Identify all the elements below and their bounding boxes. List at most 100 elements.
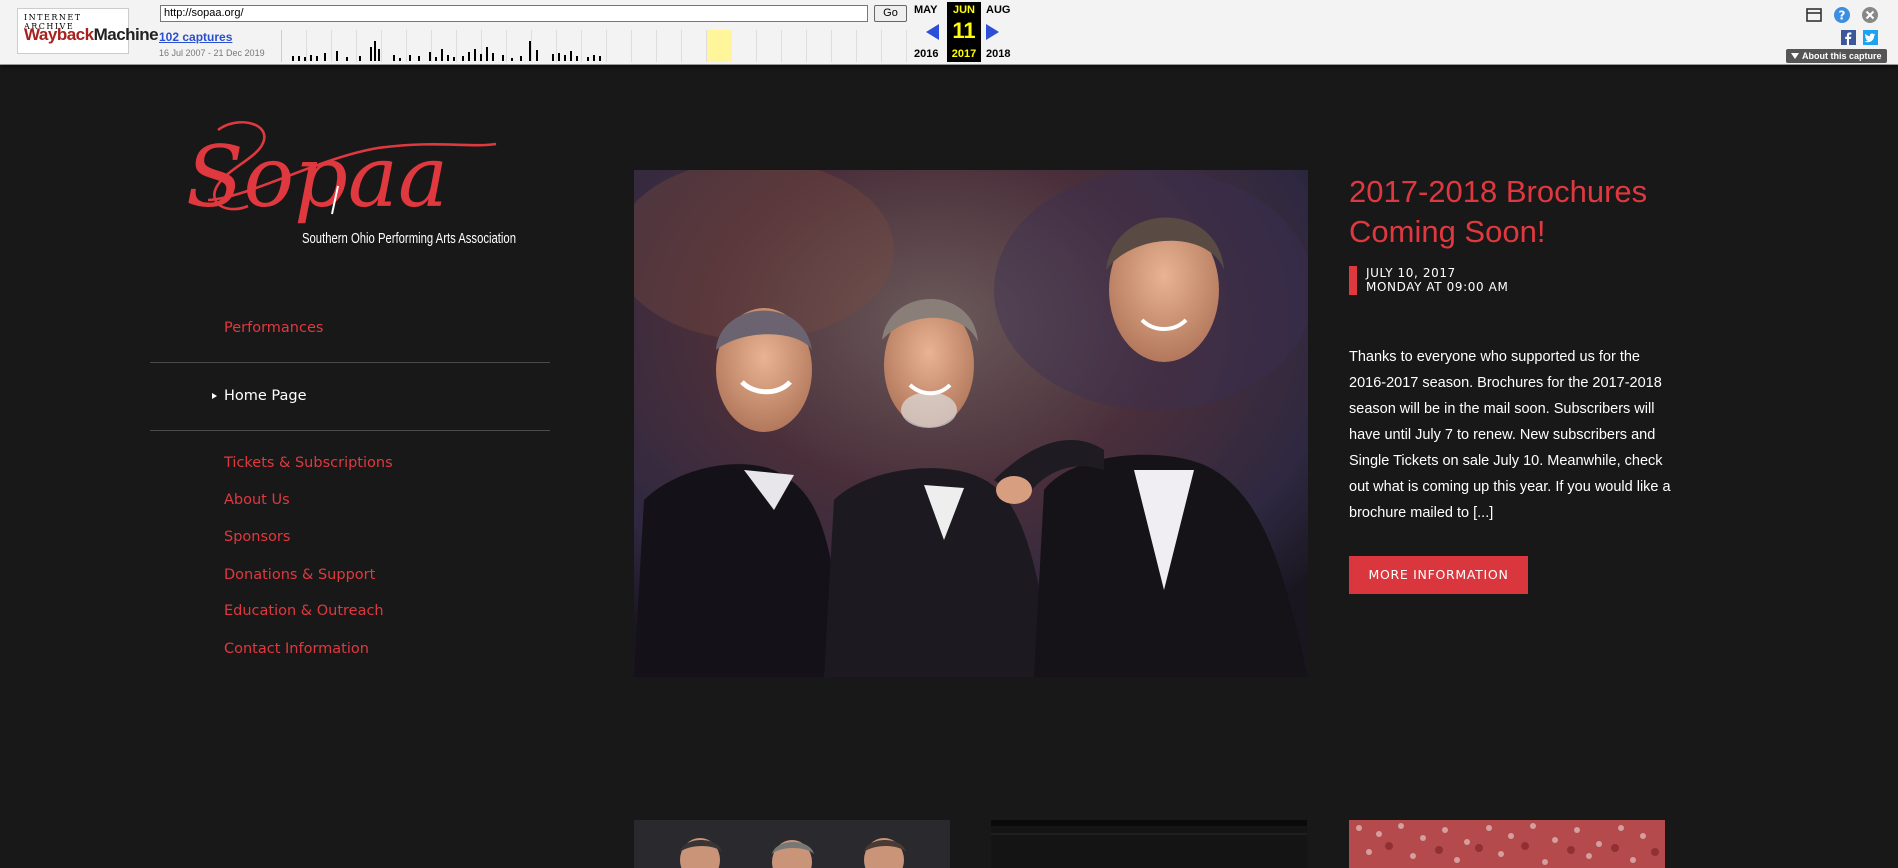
sparkline-year-column — [782, 30, 807, 62]
sparkline-bar — [409, 55, 411, 61]
more-information-button[interactable]: MORE INFORMATION — [1349, 556, 1528, 594]
sparkline-bar — [399, 58, 401, 61]
sparkline-bar — [418, 56, 420, 61]
close-icon[interactable] — [1861, 6, 1879, 24]
twitter-icon[interactable] — [1863, 30, 1878, 45]
wayback-prev-arrow-icon[interactable] — [926, 24, 939, 40]
sparkline-bar — [346, 57, 348, 61]
sparkline-bar — [429, 52, 431, 61]
menu-item-sponsors[interactable]: Sponsors — [224, 529, 290, 545]
menu-item-about-us[interactable]: About Us — [224, 492, 290, 508]
post-date-accent — [1349, 266, 1357, 295]
wayback-captures-link[interactable]: 102 captures — [159, 30, 232, 44]
current-page-marker-icon — [212, 393, 217, 399]
wayback-about-capture[interactable]: About this capture — [1786, 49, 1887, 63]
sparkline-year-column — [882, 30, 907, 62]
sparkline-year-column — [682, 30, 707, 62]
sparkline-bar — [298, 56, 300, 61]
menu-item-donations[interactable]: Donations & Support — [224, 567, 375, 583]
logo-script-text: Sopaa — [186, 128, 448, 226]
wayback-prev-year[interactable]: 2016 — [914, 48, 938, 60]
wayback-current-day: 11 — [952, 18, 976, 43]
sparkline-bar — [564, 55, 566, 61]
help-icon[interactable]: ? — [1833, 6, 1851, 24]
sparkline-bar — [393, 55, 395, 61]
sparkline-bar — [468, 52, 470, 61]
sparkline-bar — [520, 56, 522, 61]
sparkline-bar — [558, 53, 560, 61]
wayback-go-button[interactable]: Go — [874, 5, 907, 22]
sparkline-bar — [316, 56, 318, 61]
thumbnail-stage[interactable] — [991, 820, 1307, 868]
sparkline-bar — [511, 58, 513, 61]
sparkline-year-column — [657, 30, 682, 62]
menu-item-education[interactable]: Education & Outreach — [224, 603, 384, 619]
featured-photo[interactable] — [634, 170, 1308, 677]
menu-divider — [150, 430, 550, 431]
wayback-next-month[interactable]: AUG — [986, 4, 1010, 16]
sparkline-bar — [552, 54, 554, 61]
svg-text:?: ? — [1839, 9, 1846, 23]
sparkline-bar — [474, 49, 476, 61]
sparkline-bar — [593, 55, 595, 61]
sopaa-logo[interactable]: Sopaa Southern Ohio Performing Arts Asso… — [178, 118, 523, 258]
sparkline-year-column — [832, 30, 857, 62]
wayback-next-year[interactable]: 2018 — [986, 48, 1010, 60]
post-date-time: MONDAY AT 09:00 AM — [1366, 280, 1509, 294]
wayback-next-arrow-icon[interactable] — [986, 24, 999, 40]
sparkline-bar — [453, 57, 455, 61]
sparkline-bar — [529, 41, 531, 61]
wayback-current-date: JUN 11 2017 — [947, 2, 981, 62]
menu-item-home-page[interactable]: Home Page — [212, 388, 307, 404]
wayback-current-year: 2017 — [951, 48, 977, 60]
sparkline-bar — [441, 49, 443, 61]
menu-item-contact[interactable]: Contact Information — [224, 641, 369, 657]
post-excerpt: Thanks to everyone who supported us for … — [1349, 349, 1671, 521]
sparkline-bar — [378, 49, 380, 61]
post-date: JULY 10, 2017 MONDAY AT 09:00 AM — [1366, 266, 1508, 294]
sparkline-bar — [304, 57, 306, 61]
post-title[interactable]: 2017-2018 Brochures Coming Soon! — [1349, 172, 1689, 252]
facebook-icon[interactable] — [1841, 30, 1856, 45]
sparkline-bar — [359, 56, 361, 61]
wayback-date-range: 16 Jul 2007 - 21 Dec 2019 — [159, 48, 265, 58]
menu-item-home-page-label: Home Page — [224, 388, 307, 404]
thumbnail-crowd[interactable] — [1349, 820, 1665, 868]
sparkline-bar — [310, 55, 312, 61]
menu-item-performances[interactable]: Performances — [224, 320, 323, 336]
sparkline-year-column — [607, 30, 632, 62]
post-date-day: JULY 10, 2017 — [1366, 266, 1456, 280]
sparkline-bar — [502, 55, 504, 61]
sparkline-bar — [570, 51, 572, 61]
sparkline-bar — [536, 50, 538, 61]
sparkline-bar — [435, 57, 437, 61]
wayback-prev-month[interactable]: MAY — [914, 4, 937, 16]
thumbnail-performers[interactable] — [634, 820, 950, 868]
wayback-logo-main-b: Machine — [93, 25, 159, 44]
wayback-sparkline[interactable] — [281, 30, 908, 62]
sparkline-bar — [292, 56, 294, 61]
wayback-calendar-nav: MAY 2016 JUN 11 2017 AUG 2018 — [912, 2, 1017, 62]
wayback-toolbar: INTERNET ARCHIVE WaybackMachine http://s… — [0, 0, 1898, 65]
sparkline-bar — [576, 56, 578, 61]
sparkline-bar — [370, 47, 372, 61]
sparkline-bar — [374, 41, 376, 61]
sparkline-bar — [587, 57, 589, 61]
logo-tagline: Southern Ohio Performing Arts Associatio… — [302, 231, 516, 247]
sparkline-current-year-highlight — [707, 30, 732, 62]
sparkline-bar — [480, 54, 482, 61]
sparkline-bar — [336, 51, 338, 61]
sparkline-bar — [324, 53, 326, 61]
sparkline-year-column — [757, 30, 782, 62]
sparkline-bar — [447, 55, 449, 61]
wayback-current-month: JUN — [952, 4, 975, 16]
menu-item-tickets[interactable]: Tickets & Subscriptions — [224, 455, 393, 471]
window-icon[interactable] — [1805, 6, 1823, 24]
wayback-logo-main: WaybackMachine — [24, 25, 159, 45]
sparkline-bar — [492, 53, 494, 61]
wayback-logo[interactable]: INTERNET ARCHIVE WaybackMachine — [17, 8, 159, 54]
sparkline-year-column — [732, 30, 757, 62]
wayback-logo-main-a: Wayback — [24, 25, 94, 44]
sparkline-year-column — [632, 30, 657, 62]
wayback-url-input[interactable]: http://sopaa.org/ — [160, 5, 868, 22]
